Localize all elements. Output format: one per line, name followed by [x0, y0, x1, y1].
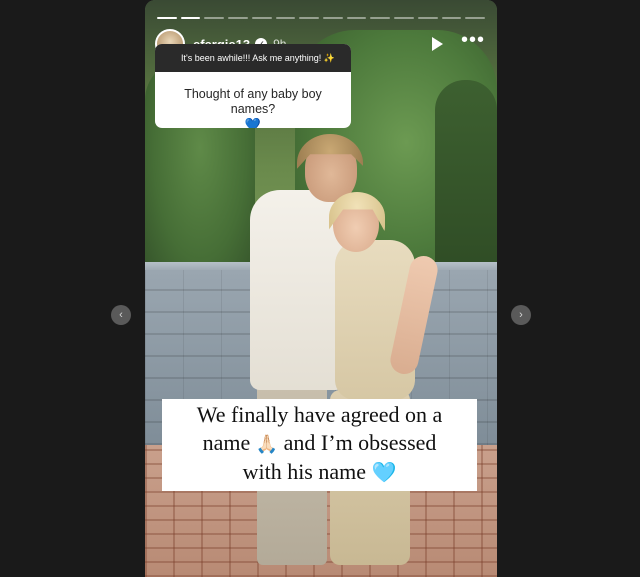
story-caption: We finally have agreed on a name 🙏🏻 and …	[162, 399, 477, 491]
play-icon[interactable]	[431, 37, 443, 51]
question-text: Thought of any baby boy names?	[184, 87, 322, 116]
question-sticker-question: Thought of any baby boy names? 💙	[155, 72, 351, 128]
caption-line: with his name	[242, 459, 367, 484]
light-blue-heart-icon: 🩵	[371, 462, 397, 484]
question-sticker-prompt: It's been awhile!!! Ask me anything! ✨	[155, 44, 351, 72]
progress-segment	[346, 17, 367, 19]
progress-segment	[417, 17, 438, 19]
progress-segment	[275, 17, 296, 19]
caption-line: We finally have agreed on a	[196, 402, 443, 427]
more-options-icon[interactable]: •••	[461, 30, 485, 50]
progress-segment	[394, 17, 414, 19]
progress-segment	[180, 17, 201, 19]
next-story-button[interactable]: ›	[511, 305, 531, 325]
progress-segment	[228, 17, 248, 19]
praying-hands-icon: 🙏🏻	[255, 434, 279, 454]
progress-segment	[299, 17, 320, 19]
caption-line: and I’m obsessed	[283, 430, 437, 455]
blue-heart-icon: 💙	[244, 117, 262, 128]
photo-tree	[435, 80, 497, 280]
progress-segment	[465, 17, 486, 19]
story-progress-bar	[157, 17, 486, 19]
caption-line: name	[202, 430, 251, 455]
progress-segment	[370, 17, 391, 19]
progress-segment	[204, 17, 225, 19]
progress-segment	[323, 17, 343, 19]
question-sticker[interactable]: It's been awhile!!! Ask me anything! ✨ T…	[155, 44, 351, 128]
previous-story-button[interactable]: ‹	[111, 305, 131, 325]
story-viewer[interactable]: efergie13 ✓ 9h ••• It's been awhile!!! A…	[145, 0, 497, 577]
progress-segment	[441, 17, 462, 19]
progress-segment	[251, 17, 272, 19]
progress-segment	[157, 17, 177, 19]
